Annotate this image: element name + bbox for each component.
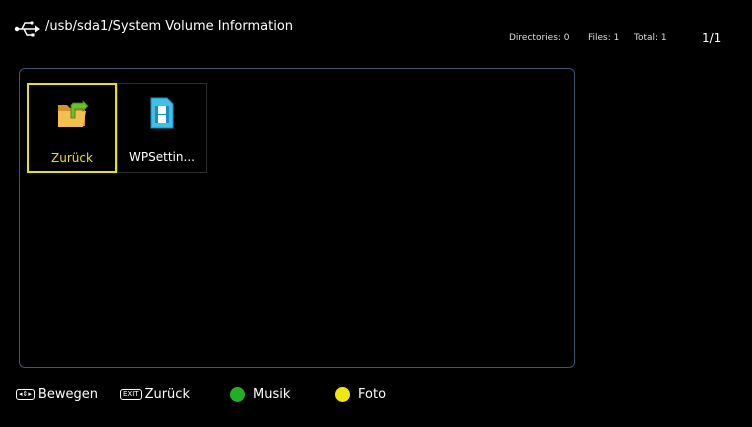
hint-move-label: Bewegen bbox=[37, 387, 98, 402]
back-folder-tile[interactable]: Zurück bbox=[27, 83, 117, 173]
yellow-button-icon bbox=[335, 387, 350, 402]
hint-exit-label: Zurück bbox=[144, 387, 190, 402]
file-label: WPSettin... bbox=[129, 150, 195, 164]
page-indicator: 1/1 bbox=[702, 31, 722, 45]
footer-hints: ◂⇕▸ Bewegen EXIT Zurück Musik Foto bbox=[0, 387, 752, 407]
exit-key-icon: EXIT bbox=[120, 389, 142, 400]
hint-photo: Foto bbox=[335, 387, 386, 402]
hint-music: Musik bbox=[230, 387, 290, 402]
header-bar: /usb/sda1/System Volume Information Dire… bbox=[0, 0, 752, 60]
hint-photo-label: Foto bbox=[358, 387, 387, 402]
back-folder-label: Zurück bbox=[51, 151, 93, 165]
folder-back-icon bbox=[58, 100, 89, 127]
navigate-key-icon: ◂⇕▸ bbox=[16, 389, 35, 400]
directories-count: Directories: 0 bbox=[509, 33, 570, 43]
hint-exit: EXIT Zurück bbox=[120, 387, 190, 402]
hint-move: ◂⇕▸ Bewegen bbox=[16, 387, 98, 402]
files-count: Files: 1 bbox=[588, 33, 620, 43]
hint-music-label: Musik bbox=[253, 387, 291, 402]
usb-icon bbox=[14, 21, 40, 37]
total-count: Total: 1 bbox=[634, 33, 667, 43]
video-file-icon bbox=[150, 97, 174, 129]
green-button-icon bbox=[230, 387, 245, 402]
file-tile[interactable]: WPSettin... bbox=[117, 83, 207, 173]
current-path: /usb/sda1/System Volume Information bbox=[45, 19, 294, 34]
